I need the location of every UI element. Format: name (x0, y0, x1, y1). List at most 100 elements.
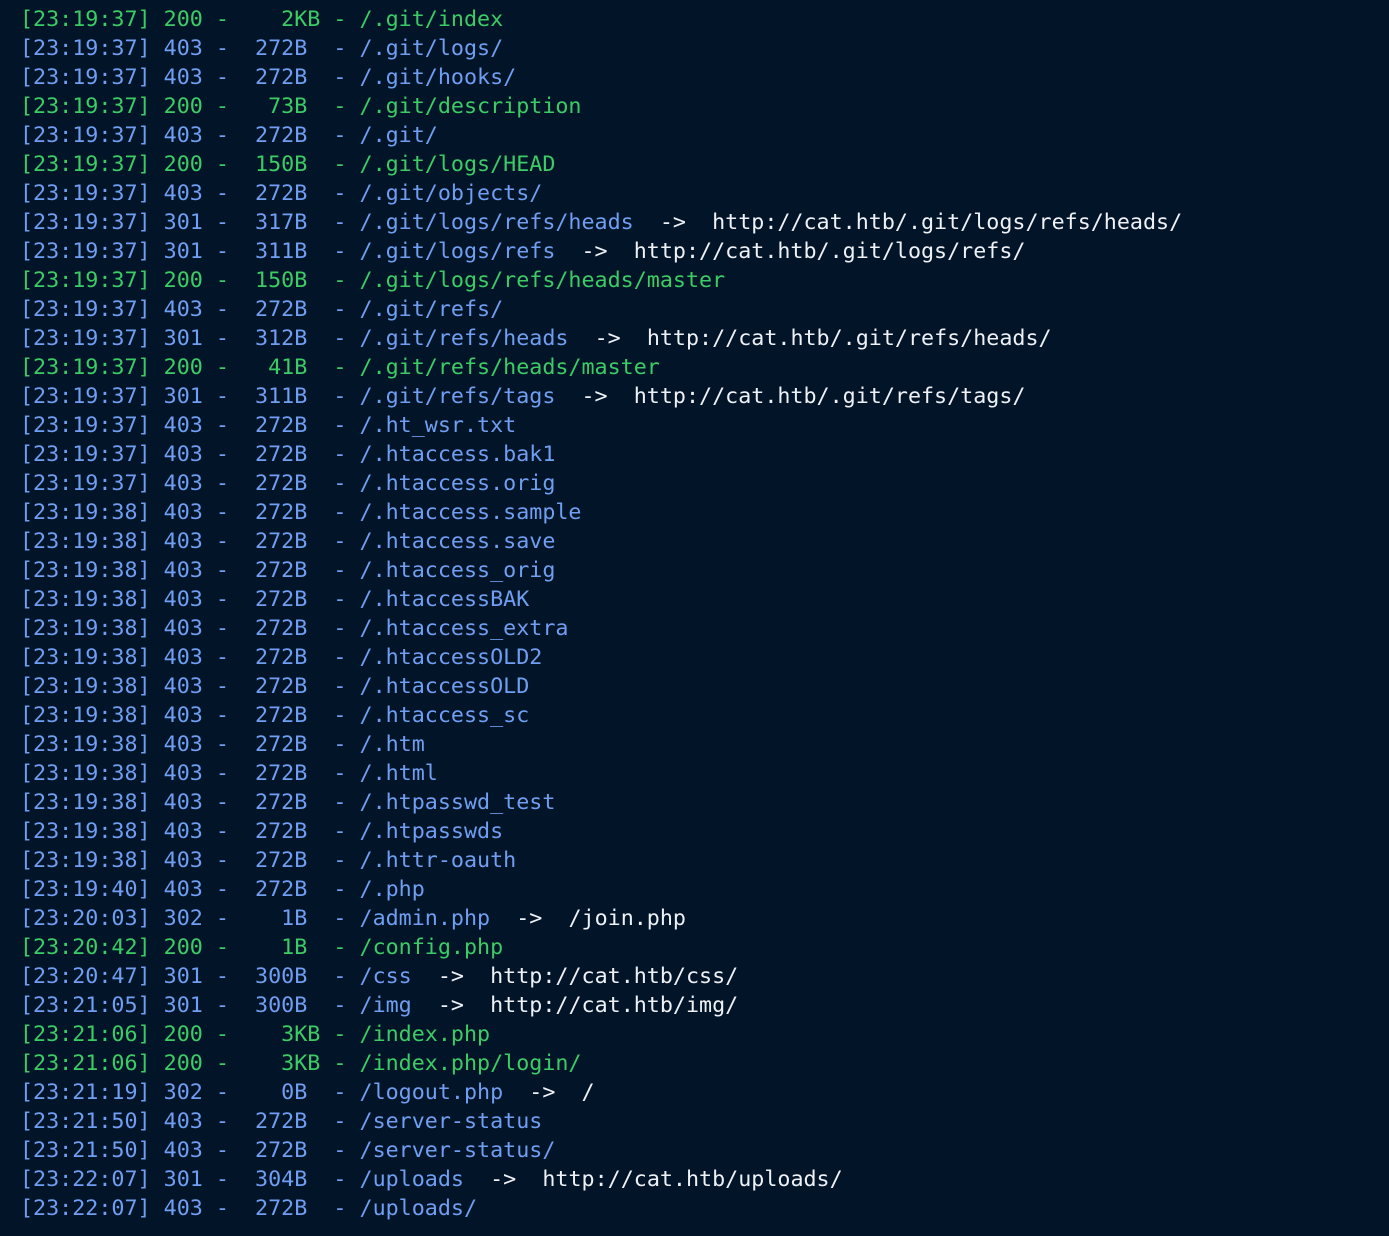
log-timestamp: [23:19:37] (20, 297, 151, 322)
log-timestamp: [23:19:38] (20, 529, 151, 554)
log-timestamp: [23:19:38] (20, 790, 151, 815)
log-line: [23:19:37] 403 - 272B - /.htaccess.orig (20, 471, 556, 496)
log-status-code: 403 (163, 616, 203, 641)
log-line: [23:19:38] 403 - 272B - /.htaccess.sampl… (20, 500, 582, 525)
log-timestamp: [23:21:06] (20, 1051, 151, 1076)
log-size: 150B (255, 268, 321, 293)
log-path: /.htaccessOLD (359, 674, 530, 699)
log-status-code: 403 (163, 529, 203, 554)
log-path: /.git/refs/ (359, 297, 504, 322)
log-path: /.htaccess.save (359, 529, 556, 554)
log-path: /.git/refs/heads (359, 326, 569, 351)
log-path: /css (359, 964, 412, 989)
log-path: /.htaccess.bak1 (359, 442, 556, 467)
log-line: [23:19:37] 403 - 272B - /.git/ (20, 123, 438, 148)
log-status-code: 403 (163, 65, 203, 90)
log-path: /logout.php (359, 1080, 504, 1105)
redirect-target: http://cat.htb/img/ (490, 993, 739, 1018)
log-status-code: 403 (163, 674, 203, 699)
log-size: 2KB (255, 7, 321, 32)
log-status-code: 403 (163, 732, 203, 757)
log-status-code: 301 (163, 384, 203, 409)
log-size: 272B (255, 123, 321, 148)
log-timestamp: [23:19:38] (20, 848, 151, 873)
log-size: 272B (255, 674, 321, 699)
log-path: /config.php (359, 935, 504, 960)
log-path: /.htaccessBAK (359, 587, 530, 612)
log-timestamp: [23:20:03] (20, 906, 151, 931)
log-timestamp: [23:20:42] (20, 935, 151, 960)
log-size: 272B (255, 616, 321, 641)
redirect-arrow: -> (437, 993, 464, 1018)
log-status-code: 403 (163, 471, 203, 496)
log-size: 272B (255, 297, 321, 322)
log-line: [23:21:05] 301 - 300B - /img -> http://c… (20, 993, 739, 1018)
log-timestamp: [23:19:37] (20, 36, 151, 61)
log-line: [23:19:37] 200 - 2KB - /.git/index (20, 7, 504, 32)
log-path: /.htaccess_extra (359, 616, 569, 641)
log-size: 1B (255, 935, 321, 960)
terminal-output: [23:19:37] 200 - 2KB - /.git/index [23:19… (0, 0, 1389, 1236)
redirect-arrow: -> (529, 1080, 556, 1105)
log-status-code: 403 (163, 1109, 203, 1134)
log-status-code: 403 (163, 123, 203, 148)
log-path: /.htaccess_orig (359, 558, 556, 583)
log-timestamp: [23:19:37] (20, 7, 151, 32)
log-timestamp: [23:22:07] (20, 1167, 151, 1192)
log-timestamp: [23:19:37] (20, 181, 151, 206)
log-status-code: 302 (163, 1080, 203, 1105)
log-size: 272B (255, 413, 321, 438)
log-path: /admin.php (359, 906, 491, 931)
log-status-code: 200 (163, 268, 203, 293)
log-path: /.htaccess.sample (359, 500, 582, 525)
log-timestamp: [23:19:37] (20, 210, 151, 235)
log-path: /.git/description (359, 94, 582, 119)
log-status-code: 302 (163, 906, 203, 931)
log-timestamp: [23:19:37] (20, 268, 151, 293)
log-size: 150B (255, 152, 321, 177)
log-timestamp: [23:19:38] (20, 761, 151, 786)
log-line: [23:19:37] 403 - 272B - /.ht_wsr.txt (20, 413, 517, 438)
log-line: [23:19:37] 200 - 150B - /.git/logs/HEAD (20, 152, 556, 177)
redirect-arrow: -> (581, 239, 608, 264)
log-timestamp: [23:19:37] (20, 471, 151, 496)
log-size: 272B (255, 181, 321, 206)
log-status-code: 200 (163, 94, 203, 119)
log-status-code: 403 (163, 790, 203, 815)
log-status-code: 301 (163, 993, 203, 1018)
log-size: 300B (255, 993, 321, 1018)
log-size: 272B (255, 645, 321, 670)
log-timestamp: [23:19:37] (20, 326, 151, 351)
log-status-code: 200 (163, 1051, 203, 1076)
log-timestamp: [23:19:37] (20, 94, 151, 119)
log-line: [23:20:47] 301 - 300B - /css -> http://c… (20, 964, 739, 989)
redirect-target: http://cat.htb/.git/refs/tags/ (633, 384, 1026, 409)
log-path: /.httr-oauth (359, 848, 517, 873)
log-timestamp: [23:19:37] (20, 65, 151, 90)
log-timestamp: [23:19:37] (20, 442, 151, 467)
log-timestamp: [23:19:38] (20, 558, 151, 583)
redirect-target: / (581, 1080, 595, 1105)
log-line: [23:19:37] 200 - 73B - /.git/description (20, 94, 582, 119)
log-path: /.git/logs/HEAD (359, 152, 556, 177)
log-size: 272B (255, 65, 321, 90)
log-timestamp: [23:21:19] (20, 1080, 151, 1105)
log-line: [23:20:03] 302 - 1B - /admin.php -> /joi… (20, 906, 686, 931)
log-status-code: 200 (163, 7, 203, 32)
log-line: [23:19:38] 403 - 272B - /.htpasswd_test (20, 790, 556, 815)
log-path: /.git/refs/heads/master (359, 355, 660, 380)
log-path: /.htpasswd_test (359, 790, 556, 815)
log-path: /.htaccess.orig (359, 471, 556, 496)
log-line: [23:19:38] 403 - 272B - /.htpasswds (20, 819, 504, 844)
log-status-code: 403 (163, 36, 203, 61)
log-path: /.html (359, 761, 438, 786)
log-path: /uploads/ (359, 1196, 478, 1221)
log-status-code: 403 (163, 1196, 203, 1221)
redirect-target: http://cat.htb/.git/refs/heads/ (646, 326, 1052, 351)
log-status-code: 403 (163, 1138, 203, 1163)
log-path: /uploads (359, 1167, 464, 1192)
log-line: [23:22:07] 403 - 272B - /uploads/ (20, 1196, 478, 1221)
log-status-code: 403 (163, 558, 203, 583)
log-status-code: 403 (163, 877, 203, 902)
log-size: 0B (255, 1080, 321, 1105)
